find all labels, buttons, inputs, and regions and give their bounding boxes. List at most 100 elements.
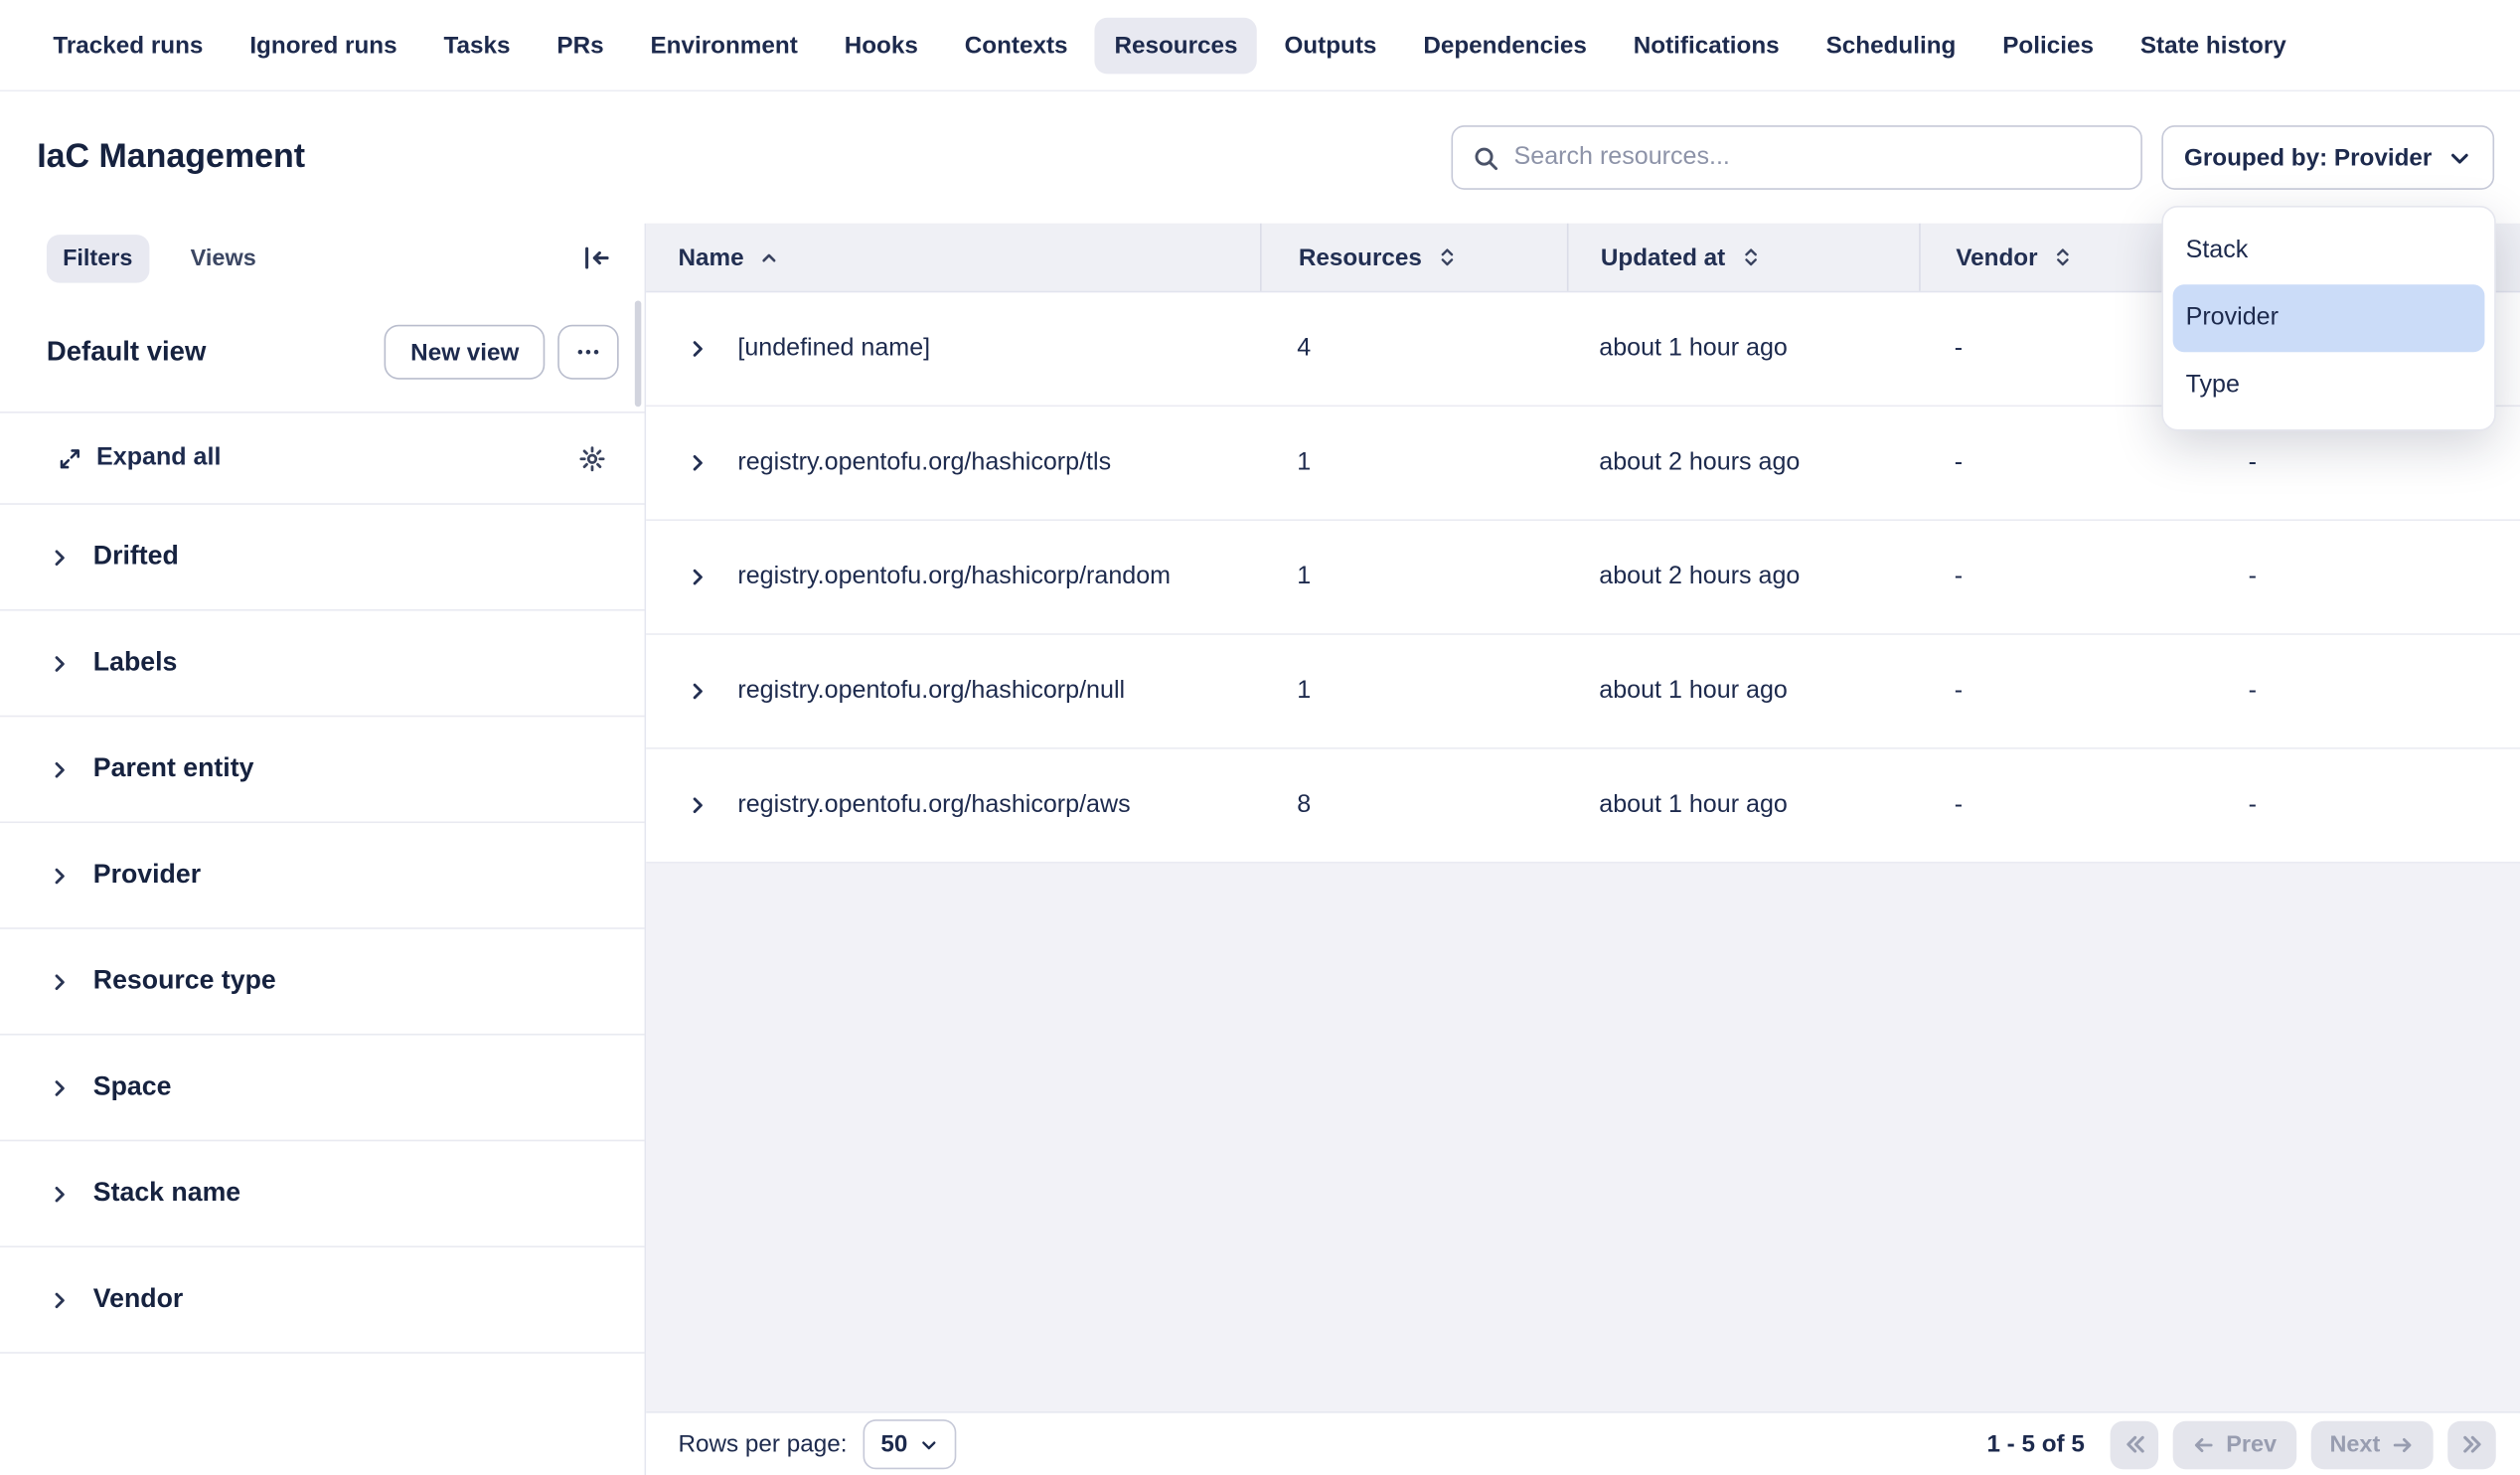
- nav-tab-dependencies[interactable]: Dependencies: [1404, 17, 1606, 74]
- resource-count: 1: [1260, 521, 1567, 633]
- top-navigation: Tracked runs Ignored runs Tasks PRs Envi…: [0, 0, 2520, 91]
- filter-section-label: Drifted: [93, 542, 179, 573]
- nav-tab-resources[interactable]: Resources: [1095, 17, 1257, 74]
- tab-views[interactable]: Views: [175, 234, 272, 282]
- menu-item-stack[interactable]: Stack: [2173, 217, 2485, 284]
- table-row[interactable]: registry.opentofu.org/hashicorp/aws 8 ab…: [646, 749, 2520, 864]
- next-label: Next: [2329, 1431, 2380, 1457]
- chevron-right-icon: [49, 1076, 72, 1099]
- menu-item-type[interactable]: Type: [2173, 352, 2485, 419]
- filter-section-label: Resource type: [93, 966, 276, 997]
- resource-count: 4: [1260, 292, 1567, 405]
- chevron-right-icon: [49, 970, 72, 993]
- vendor-value: -: [1919, 635, 2161, 747]
- prev-page-button[interactable]: Prev: [2173, 1420, 2296, 1469]
- nav-tab-ignored-runs[interactable]: Ignored runs: [231, 17, 416, 74]
- nav-tab-outputs[interactable]: Outputs: [1265, 17, 1396, 74]
- gear-icon[interactable]: [570, 437, 612, 479]
- nav-tab-policies[interactable]: Policies: [1983, 17, 2114, 74]
- arrow-right-icon: [2392, 1433, 2415, 1456]
- filter-section-vendor[interactable]: Vendor: [0, 1247, 645, 1354]
- filter-section-drifted[interactable]: Drifted: [0, 505, 645, 611]
- rows-per-page-select[interactable]: 50: [864, 1419, 956, 1469]
- table-row[interactable]: registry.opentofu.org/hashicorp/random 1…: [646, 521, 2520, 635]
- column-label: Name: [679, 244, 744, 270]
- column-header-updated-at[interactable]: Updated at: [1567, 224, 1919, 291]
- table-footer: Rows per page: 50 1 - 5 of 5 Prev Next: [646, 1411, 2520, 1475]
- vendor-value: -: [1919, 749, 2161, 862]
- prev-label: Prev: [2226, 1431, 2277, 1457]
- nav-tab-tasks[interactable]: Tasks: [424, 17, 530, 74]
- expand-all-button[interactable]: Expand all: [58, 443, 221, 472]
- filter-section-label: Provider: [93, 860, 201, 891]
- column-label: Vendor: [1956, 244, 2037, 270]
- nav-tab-scheduling[interactable]: Scheduling: [1807, 17, 1975, 74]
- expand-all-row: Expand all: [0, 413, 645, 505]
- column-label: Updated at: [1601, 244, 1725, 270]
- updated-at: about 1 hour ago: [1567, 749, 1919, 862]
- nav-tab-notifications[interactable]: Notifications: [1614, 17, 1799, 74]
- filter-section-label: Parent entity: [93, 754, 254, 785]
- next-page-button[interactable]: Next: [2310, 1420, 2434, 1469]
- chevron-right-icon: [49, 1288, 72, 1311]
- expand-all-icon: [58, 446, 81, 470]
- collapse-sidebar-icon[interactable]: [573, 236, 618, 280]
- group-by-menu: Stack Provider Type: [2161, 206, 2495, 430]
- first-page-button[interactable]: [2111, 1420, 2159, 1469]
- menu-item-provider[interactable]: Provider: [2173, 284, 2485, 352]
- extra-value: -: [2161, 635, 2520, 747]
- sort-icon: [1436, 246, 1457, 268]
- nav-tab-prs[interactable]: PRs: [538, 17, 623, 74]
- filter-section-label: Labels: [93, 648, 178, 679]
- search-input[interactable]: [1514, 143, 2122, 172]
- sidebar-tabs: Filters Views: [0, 224, 645, 293]
- chevron-right-icon: [49, 652, 72, 675]
- filter-section-labels[interactable]: Labels: [0, 611, 645, 718]
- row-expander-chevron[interactable]: [679, 330, 717, 369]
- resource-name: [undefined name]: [737, 334, 930, 363]
- nav-tab-tracked-runs[interactable]: Tracked runs: [34, 17, 223, 74]
- chevron-down-icon: [919, 1434, 938, 1453]
- row-expander-chevron[interactable]: [679, 443, 717, 482]
- nav-tab-contexts[interactable]: Contexts: [945, 17, 1087, 74]
- new-view-button[interactable]: New view: [385, 325, 545, 380]
- sidebar-scrollbar[interactable]: [635, 300, 641, 407]
- resource-name: registry.opentofu.org/hashicorp/null: [737, 677, 1125, 706]
- resource-name: registry.opentofu.org/hashicorp/aws: [737, 791, 1130, 820]
- chevron-right-icon: [49, 864, 72, 887]
- nav-tab-state-history[interactable]: State history: [2121, 17, 2305, 74]
- filter-section-space[interactable]: Space: [0, 1036, 645, 1142]
- more-options-button[interactable]: [557, 325, 618, 380]
- resource-count: 8: [1260, 749, 1567, 862]
- sort-icon: [1740, 246, 1761, 268]
- page-title: IaC Management: [37, 138, 305, 177]
- updated-at: about 2 hours ago: [1567, 407, 1919, 519]
- filter-section-resource-type[interactable]: Resource type: [0, 929, 645, 1036]
- row-expander-chevron[interactable]: [679, 672, 717, 711]
- row-expander-chevron[interactable]: [679, 786, 717, 825]
- chevron-right-icon: [49, 758, 72, 781]
- chevron-right-icon: [49, 1183, 72, 1206]
- last-page-button[interactable]: [2447, 1420, 2496, 1469]
- updated-at: about 2 hours ago: [1567, 521, 1919, 633]
- page-header: IaC Management Grouped by: Provider: [0, 91, 2520, 224]
- filter-section-stack-name[interactable]: Stack name: [0, 1141, 645, 1247]
- group-by-dropdown-button[interactable]: Grouped by: Provider: [2161, 125, 2494, 190]
- filter-section-label: Vendor: [93, 1284, 183, 1315]
- double-chevron-right-icon: [2459, 1432, 2483, 1456]
- column-header-resources[interactable]: Resources: [1260, 224, 1567, 291]
- search-box[interactable]: [1451, 125, 2141, 190]
- table-row[interactable]: registry.opentofu.org/hashicorp/null 1 a…: [646, 635, 2520, 749]
- filter-section-parent-entity[interactable]: Parent entity: [0, 717, 645, 823]
- column-header-name[interactable]: Name: [646, 224, 1260, 291]
- expand-all-label: Expand all: [96, 443, 221, 472]
- row-expander-chevron[interactable]: [679, 558, 717, 596]
- filter-section-provider[interactable]: Provider: [0, 823, 645, 929]
- nav-tab-environment[interactable]: Environment: [631, 17, 817, 74]
- filters-sidebar: Filters Views Default view New view Expa…: [0, 224, 646, 1475]
- column-header-vendor[interactable]: Vendor: [1919, 224, 2161, 291]
- chevron-right-icon: [49, 546, 72, 569]
- vendor-value: -: [1919, 521, 2161, 633]
- nav-tab-hooks[interactable]: Hooks: [825, 17, 937, 74]
- tab-filters[interactable]: Filters: [47, 234, 149, 282]
